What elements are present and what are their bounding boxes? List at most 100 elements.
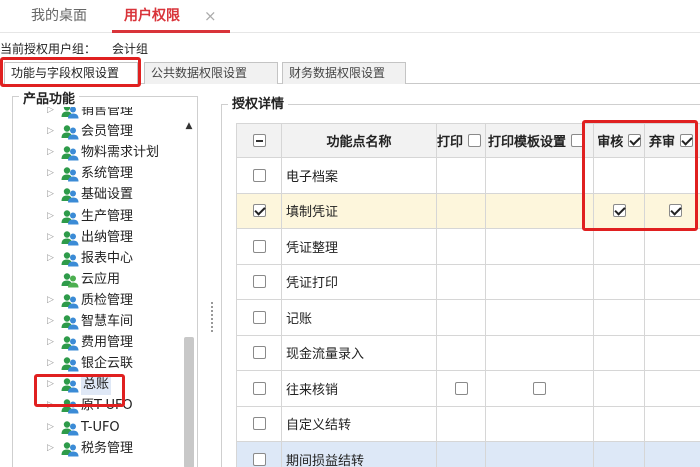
tree-item-label: 出纳管理 (81, 229, 134, 245)
row-select-checkbox[interactable] (252, 239, 266, 253)
tree-item-label: 系统管理 (81, 166, 134, 182)
expand-arrow-icon[interactable]: ▷ (47, 248, 54, 269)
print-cell (436, 192, 486, 229)
user-group-icon (61, 167, 79, 182)
row-select-cell (236, 405, 282, 442)
tree-item-label: T-UFO (81, 419, 120, 435)
tree-scrollbar[interactable]: ▲ (183, 121, 195, 467)
expand-arrow-icon[interactable]: ▷ (47, 438, 54, 459)
audit-cell (593, 263, 645, 300)
table-row[interactable]: 现金流量录入 (236, 334, 700, 371)
tree-item-label: 报表中心 (81, 250, 134, 266)
tab-public-data-permissions[interactable]: 公共数据权限设置 (144, 62, 278, 84)
function-name-cell: 凭证整理 (281, 228, 437, 265)
tab-user-permissions[interactable]: 用户权限 × (112, 0, 230, 33)
expand-arrow-icon[interactable]: ▷ (47, 121, 54, 142)
unaudit-cell (644, 441, 700, 467)
table-row[interactable]: 往来核销 (236, 370, 700, 407)
expand-arrow-icon[interactable]: ▷ (47, 184, 54, 205)
table-row[interactable]: 期间损益结转 (236, 441, 700, 467)
expand-arrow-icon[interactable]: ▷ (47, 332, 54, 353)
product-function-panel: 产品功能 ▷ 销售管理 ▷ 会员管理 ▷ 物料需求计划 ▷ 系统管理 ▷ 基础设置 ▷ 生产管理 ▷ 出纳… (12, 88, 198, 467)
print-template-cell (485, 299, 594, 336)
current-group-line: 当前授权用户组： 会计组 (0, 40, 148, 57)
expand-arrow-icon[interactable]: ▷ (47, 417, 54, 438)
print-cell (436, 157, 486, 194)
row-select-checkbox[interactable] (252, 452, 266, 466)
print-template-checkbox[interactable] (533, 381, 546, 395)
print-checkbox[interactable] (454, 381, 468, 395)
function-name-cell: 自定义结转 (281, 405, 437, 442)
panel-splitter-handle[interactable] (209, 300, 215, 340)
tree-item-label: 银企云联 (81, 356, 134, 372)
function-name-cell: 凭证打印 (281, 263, 437, 300)
expand-arrow-icon[interactable]: ▷ (47, 227, 54, 248)
row-select-checkbox[interactable] (252, 417, 266, 431)
expand-arrow-icon[interactable]: ▷ (47, 353, 54, 374)
tab-finance-data-permissions[interactable]: 财务数据权限设置 (282, 62, 406, 84)
tree-item-label: 销售管理 (81, 107, 134, 118)
expand-arrow-icon[interactable]: ▷ (47, 206, 54, 227)
authorization-detail-title: 授权详情 (228, 93, 289, 112)
function-name-cell: 填制凭证 (281, 192, 437, 229)
current-group-value: 会计组 (112, 42, 149, 56)
row-select-checkbox[interactable] (252, 204, 266, 218)
print-cell (436, 334, 486, 371)
column-print-template-label: 打印模板设置 (488, 135, 567, 150)
table-row[interactable]: 记账 (236, 299, 700, 336)
print-column-checkbox[interactable] (467, 134, 481, 147)
highlight-box-audit-columns (582, 120, 698, 231)
expand-arrow-icon[interactable]: ▷ (47, 163, 54, 184)
tab-user-permissions-label: 用户权限 (124, 8, 180, 24)
column-name-header: 功能点名称 (281, 123, 437, 158)
user-group-icon (61, 107, 79, 119)
unaudit-cell (644, 299, 700, 336)
tree-item-label: 费用管理 (81, 335, 134, 351)
print-cell (436, 263, 486, 300)
print-cell (436, 228, 486, 265)
row-select-cell (236, 370, 282, 407)
unaudit-cell (644, 370, 700, 407)
close-icon[interactable]: × (204, 0, 217, 33)
tab-my-desktop[interactable]: 我的桌面 (10, 0, 108, 33)
user-group-icon (61, 125, 79, 140)
tree-item-label: 税务管理 (81, 440, 134, 456)
user-group-icon (61, 251, 79, 267)
row-select-checkbox[interactable] (252, 275, 266, 289)
highlight-box-sub-tab (0, 57, 141, 87)
expand-arrow-icon[interactable]: ▷ (47, 142, 54, 163)
table-row[interactable]: 自定义结转 (236, 405, 700, 442)
tree-item-label: 智慧车间 (81, 314, 134, 329)
select-all-checkbox[interactable] (252, 134, 266, 147)
print-cell (436, 405, 486, 442)
audit-cell (593, 334, 645, 371)
row-select-checkbox[interactable] (252, 346, 266, 360)
expand-arrow-icon[interactable]: ▷ (47, 290, 54, 311)
row-select-cell (236, 192, 282, 229)
row-select-cell (236, 441, 282, 467)
row-select-checkbox[interactable] (252, 168, 266, 182)
table-row[interactable]: 凭证整理 (236, 228, 700, 265)
expand-arrow-icon[interactable]: ▷ (47, 107, 54, 121)
print-template-cell (485, 405, 594, 442)
function-name-cell: 电子档案 (281, 157, 437, 194)
user-group-icon (61, 441, 79, 457)
scroll-up-icon[interactable]: ▲ (183, 121, 195, 131)
audit-cell (593, 299, 645, 336)
column-print-template-header: 打印模板设置 (485, 123, 594, 158)
unaudit-cell (644, 263, 700, 300)
audit-cell (593, 370, 645, 407)
tree-item-label: 物料需求计划 (81, 145, 160, 161)
function-name-cell: 往来核销 (281, 370, 437, 407)
expand-arrow-icon[interactable]: ▷ (47, 311, 54, 332)
row-select-checkbox[interactable] (252, 381, 266, 395)
print-template-cell (485, 228, 594, 265)
row-select-cell (236, 263, 282, 300)
print-template-cell (485, 334, 594, 371)
user-group-icon (61, 420, 79, 435)
scroll-thumb[interactable] (184, 337, 194, 467)
row-select-checkbox[interactable] (252, 310, 266, 324)
user-group-icon (61, 357, 79, 372)
table-row[interactable]: 凭证打印 (236, 263, 700, 300)
user-group-icon (61, 294, 79, 309)
